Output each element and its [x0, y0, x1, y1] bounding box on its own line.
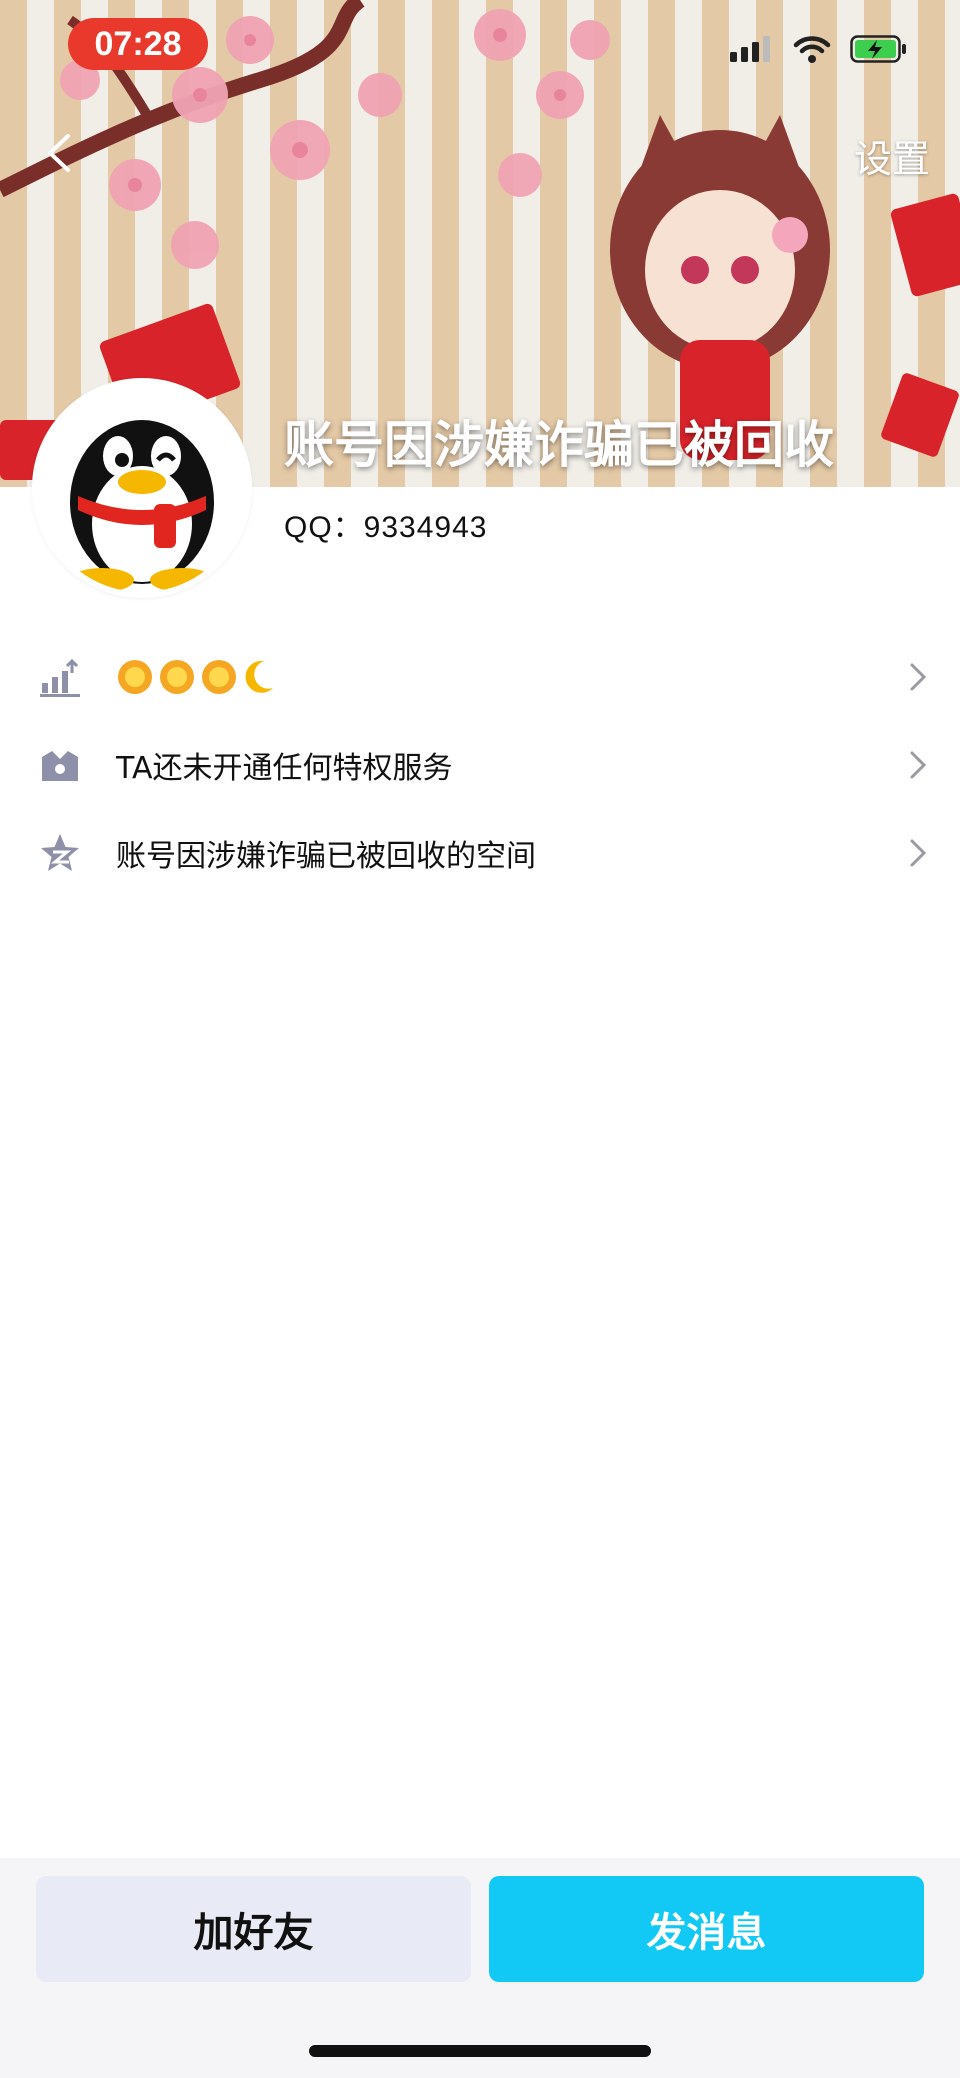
- cellular-signal-icon: [730, 36, 770, 62]
- level-badges: [116, 658, 276, 696]
- sun-icon: [118, 660, 152, 694]
- crown-icon: [42, 751, 78, 781]
- level-row[interactable]: [0, 633, 960, 721]
- qq-number: QQ：9334943: [284, 511, 488, 544]
- chevron-right-icon: [910, 751, 927, 779]
- sun-icon: [202, 660, 236, 694]
- home-indicator: [309, 2045, 651, 2057]
- profile-nickname: 账号因涉嫌诈骗已被回收: [284, 416, 834, 474]
- penguin-avatar-icon: [70, 420, 214, 592]
- chevron-right-icon: [910, 663, 927, 691]
- status-icons: [730, 34, 908, 64]
- back-icon[interactable]: [38, 128, 88, 178]
- qzone-star-icon: [41, 834, 79, 871]
- settings-button[interactable]: 设置: [854, 128, 930, 183]
- send-message-button[interactable]: 发消息: [489, 1876, 924, 1982]
- qzone-row[interactable]: 账号因涉嫌诈骗已被回收的空间: [0, 809, 960, 897]
- status-time: 07:28: [68, 18, 208, 70]
- privilege-row[interactable]: TA还未开通任何特权服务: [0, 721, 960, 809]
- add-friend-button[interactable]: 加好友: [36, 1876, 471, 1982]
- wifi-icon: [793, 36, 831, 63]
- moon-icon: [245, 660, 273, 693]
- qzone-label: 账号因涉嫌诈骗已被回收的空间: [116, 839, 536, 874]
- sun-icon: [160, 660, 194, 694]
- chevron-right-icon: [910, 839, 927, 867]
- privilege-label: TA还未开通任何特权服务: [116, 751, 453, 786]
- level-icon: [40, 658, 80, 697]
- battery-charging-icon: [850, 35, 906, 63]
- avatar[interactable]: [32, 378, 252, 598]
